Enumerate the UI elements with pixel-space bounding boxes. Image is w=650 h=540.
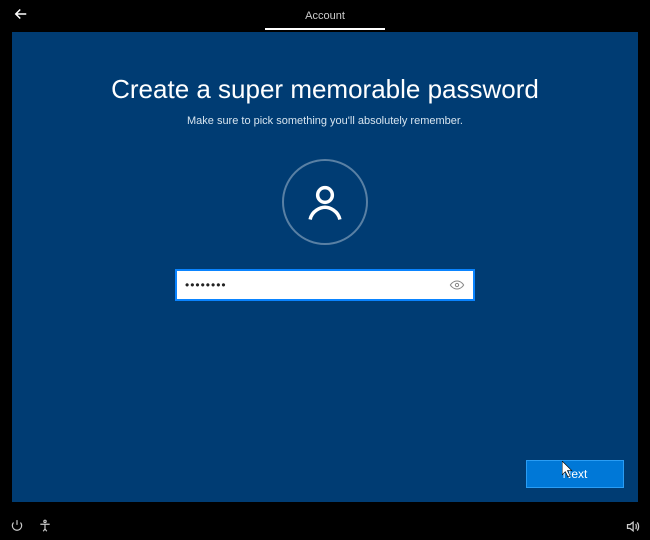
ease-of-access-icon[interactable] <box>38 519 52 533</box>
bottom-bar <box>0 512 650 540</box>
volume-icon[interactable] <box>625 519 640 534</box>
page-subtitle: Make sure to pick something you'll absol… <box>12 115 638 127</box>
user-avatar-icon <box>282 159 368 245</box>
bottom-left-icons <box>10 519 52 533</box>
power-icon[interactable] <box>10 519 24 533</box>
tab-account[interactable]: Account <box>265 2 385 30</box>
page-title: Create a super memorable password <box>12 74 638 105</box>
bottom-right-icons <box>625 519 640 534</box>
back-arrow-icon[interactable] <box>12 5 30 28</box>
password-field-wrap <box>175 269 475 301</box>
next-button[interactable]: Next <box>526 460 624 488</box>
main-panel: Create a super memorable password Make s… <box>12 32 638 502</box>
password-input[interactable] <box>185 278 449 292</box>
password-reveal-icon[interactable] <box>449 277 465 293</box>
top-bar: Account <box>0 0 650 32</box>
next-button-label: Next <box>563 467 588 481</box>
